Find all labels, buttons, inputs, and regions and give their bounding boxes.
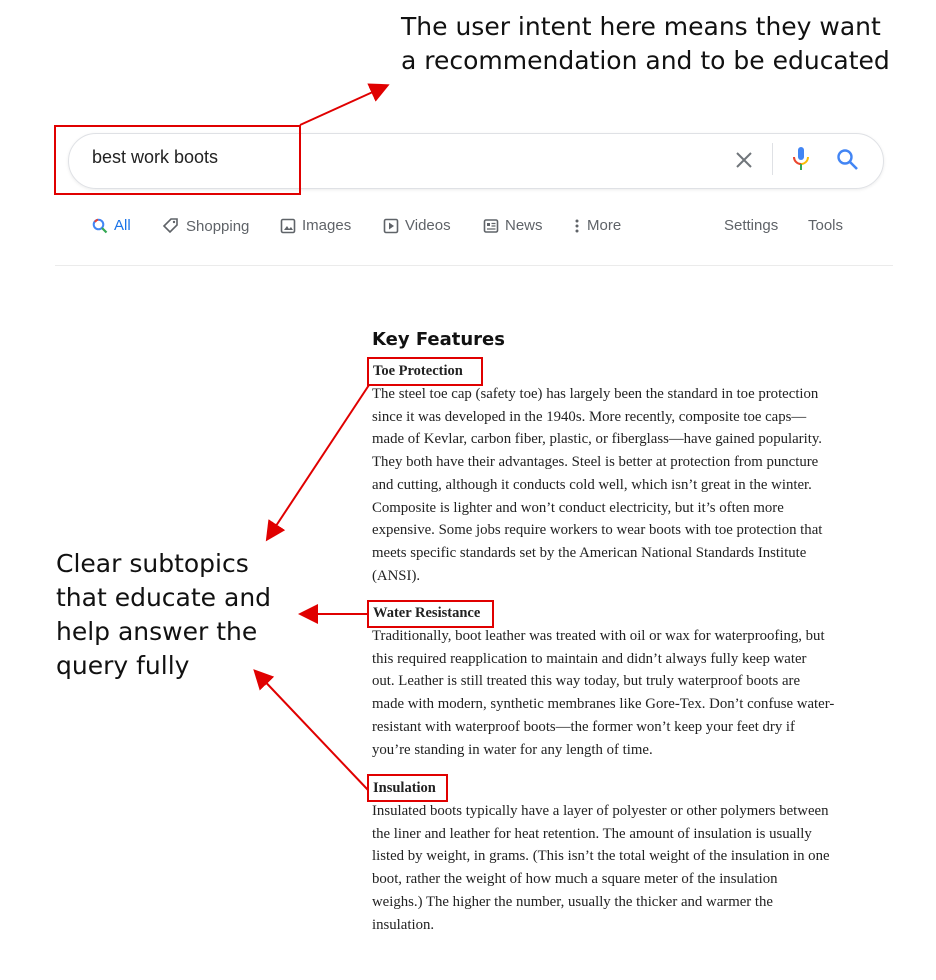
annotation-arrows [253, 83, 390, 791]
arrow-from-insulation [253, 669, 369, 791]
arrow-to-intent [299, 83, 390, 126]
arrow-from-toe-protection [265, 384, 370, 542]
